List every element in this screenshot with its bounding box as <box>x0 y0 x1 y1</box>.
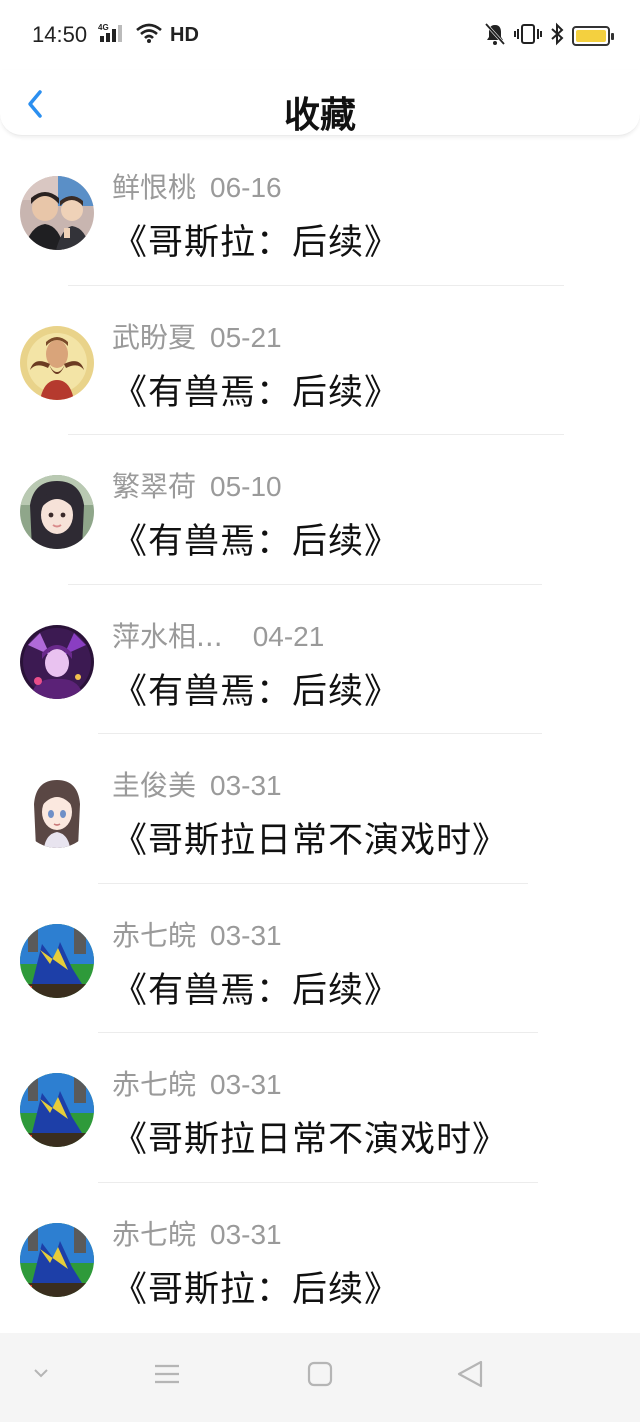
list-item[interactable]: 萍水相... 04-21 《有兽焉：后续》 <box>0 585 640 734</box>
home-square-icon[interactable] <box>305 1359 335 1393</box>
mute-bell-icon <box>484 22 506 50</box>
item-title: 《哥斯拉日常不演戏时》 <box>112 821 509 861</box>
avatar <box>20 475 94 549</box>
page-title: 收藏 <box>283 95 356 136</box>
author-name: 繁翠荷 <box>112 470 197 503</box>
list-item[interactable]: 赤七皖 03-31 《哥斯拉日常不演戏时》 <box>0 1033 640 1183</box>
list-item[interactable]: 赤七皖 03-31 《有兽焉：后续》 <box>0 884 640 1033</box>
wifi-icon <box>136 23 162 47</box>
list-item[interactable]: 赤七皖 03-31 《哥斯拉：后续》 <box>0 1183 640 1333</box>
author-name: 赤七皖 <box>112 918 197 952</box>
post-date: 04-21 <box>252 620 325 652</box>
back-triangle-icon[interactable] <box>455 1359 485 1393</box>
author-name: 赤七皖 <box>112 1217 197 1251</box>
vibrate-icon <box>514 23 542 49</box>
item-title: 《有兽焉：后续》 <box>112 970 401 1011</box>
avatar <box>20 1073 94 1147</box>
avatar <box>20 624 94 699</box>
avatar <box>20 774 94 848</box>
list-item[interactable]: 圭俊美 03-31 《哥斯拉日常不演戏时》 <box>0 734 640 884</box>
menu-icon[interactable] <box>152 1359 182 1393</box>
avatar <box>20 176 94 250</box>
item-title: 《有兽焉：后续》 <box>112 372 401 413</box>
avatar <box>20 325 94 400</box>
item-title: 《有兽焉：后续》 <box>112 671 401 712</box>
list-item[interactable]: 繁翠荷 05-10 《有兽焉：后续》 <box>0 435 640 585</box>
navigation-bar: 收藏 <box>0 70 640 136</box>
author-name: 圭俊美 <box>112 769 197 802</box>
hd-indicator: HD <box>170 23 199 46</box>
bluetooth-icon <box>550 22 564 50</box>
item-title: 《有兽焉：后续》 <box>112 522 401 562</box>
post-date: 03-31 <box>210 1218 282 1250</box>
list-item[interactable]: 鲜恨桃 06-16 《哥斯拉：后续》 <box>0 136 640 286</box>
author-name: 赤七皖 <box>112 1068 197 1101</box>
author-name: 萍水相... <box>112 619 223 653</box>
avatar <box>20 923 94 998</box>
status-time: 14:50 <box>32 22 88 47</box>
post-date: 03-31 <box>210 1069 282 1100</box>
item-title: 《哥斯拉：后续》 <box>112 223 401 263</box>
post-date: 05-21 <box>210 321 282 353</box>
author-name: 武盼夏 <box>112 320 197 354</box>
collapse-chevron-icon[interactable] <box>30 1365 52 1385</box>
post-date: 03-31 <box>210 770 282 801</box>
author-name: 鲜恨桃 <box>112 171 197 204</box>
battery-icon <box>572 26 614 46</box>
post-date: 03-31 <box>210 919 282 951</box>
system-navigation-bar <box>0 1333 640 1422</box>
item-title: 《哥斯拉日常不演戏时》 <box>112 1120 509 1160</box>
status-bar: 14:50 4G HD <box>0 0 640 74</box>
cellular-signal-icon: 4G <box>98 22 128 48</box>
post-date: 06-16 <box>210 172 282 203</box>
favorites-list: 鲜恨桃 06-16 《哥斯拉：后续》 武盼夏 05-21 《有兽焉：后续》 繁翠… <box>0 136 640 1332</box>
svg-text:4G: 4G <box>98 23 109 32</box>
avatar <box>20 1222 94 1297</box>
list-item[interactable]: 武盼夏 05-21 《有兽焉：后续》 <box>0 286 640 435</box>
item-title: 《哥斯拉：后续》 <box>112 1269 401 1310</box>
post-date: 05-10 <box>210 471 282 502</box>
